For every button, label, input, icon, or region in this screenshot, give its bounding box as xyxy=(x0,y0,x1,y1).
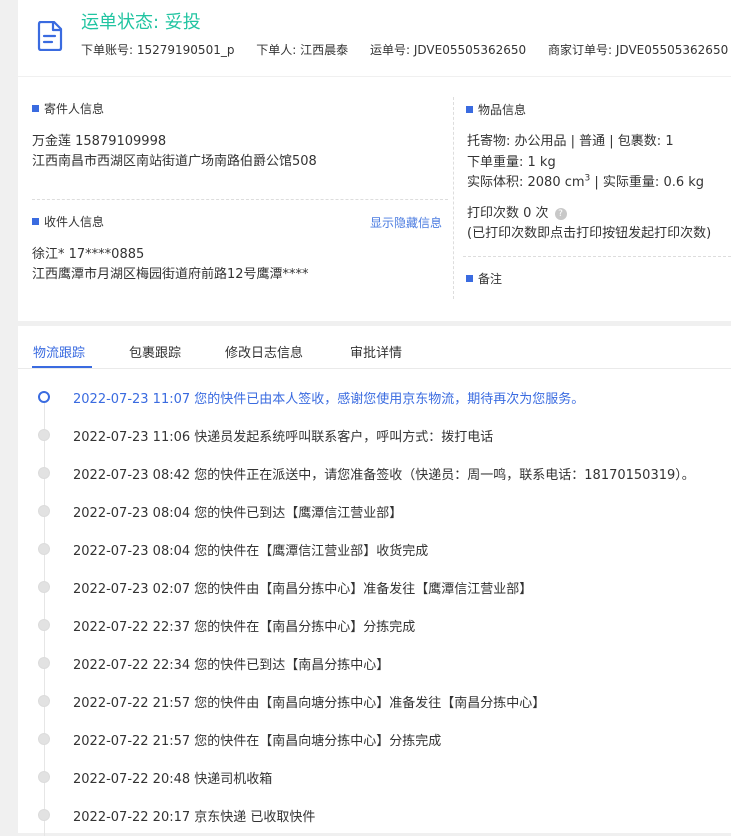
print-count-label: 打印次数 0 次 xyxy=(467,206,549,221)
orderer: 下单人: 江西晨泰 xyxy=(256,43,349,57)
receiver-section-title: 收件人信息 xyxy=(32,213,104,230)
active-tab-indicator xyxy=(32,366,92,368)
timeline-item: 2022-07-22 20:17 京东快递 已收取快件 xyxy=(18,805,731,825)
tab-approval-details[interactable]: 审批详情 xyxy=(350,342,402,361)
timeline-item: 2022-07-23 02:07 您的快件由【南昌分拣中心】准备发往【鹰潭信江营… xyxy=(18,577,731,597)
order-account: 下单账号: 15279190501_p xyxy=(81,43,235,57)
goods-volume-value: 实际体积: 2080 cm xyxy=(467,175,585,190)
tab-package-tracking[interactable]: 包裹跟踪 xyxy=(129,342,181,361)
waybill-number: 运单号: JDVE05505362650 xyxy=(369,43,527,57)
document-icon xyxy=(37,21,63,51)
tab-bar-divider xyxy=(18,368,731,369)
timeline-item-text: 2022-07-23 02:07 您的快件由【南昌分拣中心】准备发往【鹰潭信江营… xyxy=(73,582,533,597)
timeline-item-text: 2022-07-22 22:34 您的快件已到达【南昌分拣中心】 xyxy=(73,658,390,673)
timeline-item-text: 2022-07-22 22:37 您的快件在【南昌分拣中心】分拣完成 xyxy=(73,620,416,635)
timeline-item-text: 2022-07-23 11:06 快递员发起系统呼叫联系客户，呼叫方式：拨打电话 xyxy=(73,430,494,445)
column-divider xyxy=(453,97,454,299)
goods-section-title: 物品信息 xyxy=(466,101,526,118)
timeline-item-text: 2022-07-22 21:57 您的快件由【南昌向塘分拣中心】准备发往【南昌分… xyxy=(73,696,546,711)
timeline-item: 2022-07-22 22:34 您的快件已到达【南昌分拣中心】 xyxy=(18,653,731,673)
remark-section-title: 备注 xyxy=(466,270,502,287)
goods-volume-weight: 实际体积: 2080 cm3 | 实际重量: 0.6 kg xyxy=(467,171,704,190)
goods-actual-weight: | 实际重量: 0.6 kg xyxy=(590,175,705,190)
tab-logistics-tracking[interactable]: 物流跟踪 xyxy=(33,342,85,361)
shipment-info-panel: 寄件人信息 万金莲 15879109998 江西南昌市西湖区南站街道广场南路伯爵… xyxy=(18,77,731,321)
timeline-item-text: 2022-07-23 08:42 您的快件正在派送中，请您准备签收（快递员：周一… xyxy=(73,468,695,483)
timeline-item: 2022-07-22 20:48 快递司机收箱 xyxy=(18,767,731,787)
timeline-dot-icon xyxy=(38,809,50,821)
print-count-note: (已打印次数即点击打印按钮发起打印次数) xyxy=(467,226,712,241)
timeline-item: 2022-07-23 08:04 您的快件已到达【鹰潭信江营业部】 xyxy=(18,501,731,521)
tracking-panel: 物流跟踪 包裹跟踪 修改日志信息 审批详情 2022-07-23 11:07 您… xyxy=(18,326,731,836)
timeline-dot-icon xyxy=(38,581,50,593)
timeline-dot-icon xyxy=(38,695,50,707)
timeline-dot-icon xyxy=(38,505,50,517)
timeline-item-text: 2022-07-22 21:57 您的快件在【南昌向塘分拣中心】分拣完成 xyxy=(73,734,442,749)
divider xyxy=(463,256,731,257)
timeline-item: 2022-07-23 11:07 您的快件已由本人签收，感谢您使用京东物流，期待… xyxy=(18,387,731,407)
timeline-item: 2022-07-22 21:57 您的快件由【南昌向塘分拣中心】准备发往【南昌分… xyxy=(18,691,731,711)
timeline-item-text: 2022-07-23 11:07 您的快件已由本人签收，感谢您使用京东物流，期待… xyxy=(73,392,585,407)
timeline-dot-icon xyxy=(38,429,50,441)
timeline-item-text: 2022-07-22 20:48 快递司机收箱 xyxy=(73,772,273,787)
waybill-header: 运单状态: 妥投 下单账号: 15279190501_p 下单人: 江西晨泰 运… xyxy=(18,0,731,76)
receiver-address: 江西鹰潭市月湖区梅园街道府前路12号鹰潭**** xyxy=(32,267,309,282)
goods-line-cargo: 托寄物: 办公用品 | 普通 | 包裹数: 1 xyxy=(467,134,674,149)
timeline-item: 2022-07-23 11:06 快递员发起系统呼叫联系客户，呼叫方式：拨打电话 xyxy=(18,425,731,445)
timeline-item: 2022-07-23 08:04 您的快件在【鹰潭信江营业部】收货完成 xyxy=(18,539,731,559)
timeline-item-text: 2022-07-22 20:17 京东快递 已收取快件 xyxy=(73,810,316,825)
timeline-item-text: 2022-07-23 08:04 您的快件在【鹰潭信江营业部】收货完成 xyxy=(73,544,429,559)
timeline-item: 2022-07-22 22:37 您的快件在【南昌分拣中心】分拣完成 xyxy=(18,615,731,635)
timeline-item: 2022-07-22 21:57 您的快件在【南昌向塘分拣中心】分拣完成 xyxy=(18,729,731,749)
timeline-dot-icon xyxy=(38,391,50,403)
print-count: 打印次数 0 次? xyxy=(467,202,567,221)
timeline-item-text: 2022-07-23 08:04 您的快件已到达【鹰潭信江营业部】 xyxy=(73,506,403,521)
sender-section-title: 寄件人信息 xyxy=(32,100,104,117)
goods-order-weight: 下单重量: 1 kg xyxy=(467,155,556,170)
timeline-dot-icon xyxy=(38,619,50,631)
divider xyxy=(32,199,448,200)
sender-address: 江西南昌市西湖区南站街道广场南路伯爵公馆508 xyxy=(32,154,317,169)
help-icon[interactable]: ? xyxy=(554,208,567,220)
timeline-dot-icon xyxy=(38,467,50,479)
sender-name-phone: 万金莲 15879109998 xyxy=(32,134,167,149)
tab-change-log[interactable]: 修改日志信息 xyxy=(225,342,303,361)
merchant-order-number: 商家订单号: JDVE05505362650 xyxy=(548,43,729,57)
timeline-dot-icon xyxy=(38,771,50,783)
timeline-dot-icon xyxy=(38,657,50,669)
receiver-name-phone: 徐江* 17****0885 xyxy=(32,247,145,262)
waybill-status: 运单状态: 妥投 xyxy=(81,12,201,33)
waybill-meta: 下单账号: 15279190501_p 下单人: 江西晨泰 运单号: JDVE0… xyxy=(81,41,731,58)
timeline-dot-icon xyxy=(38,733,50,745)
timeline-item: 2022-07-23 08:42 您的快件正在派送中，请您准备签收（快递员：周一… xyxy=(18,463,731,483)
show-hidden-info-link[interactable]: 显示隐藏信息 xyxy=(370,214,442,231)
timeline-dot-icon xyxy=(38,543,50,555)
